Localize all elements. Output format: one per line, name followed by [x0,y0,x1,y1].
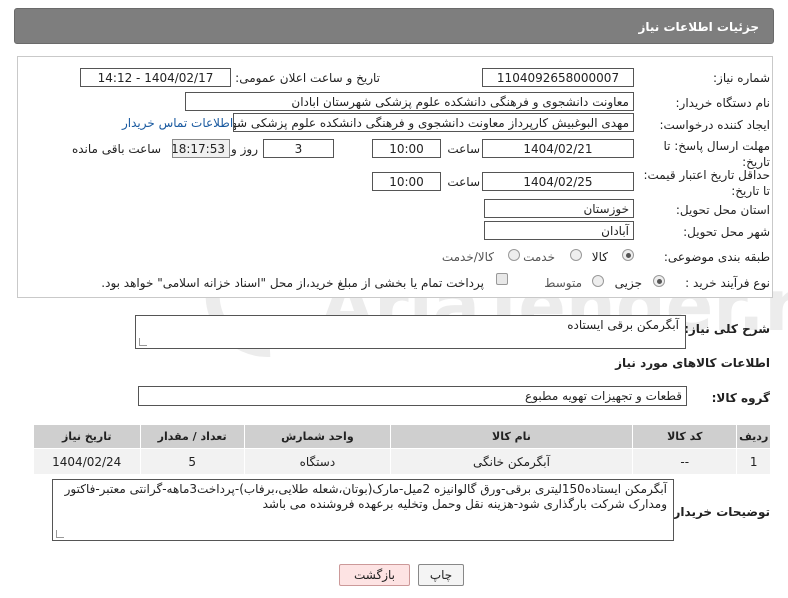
need-number-field[interactable]: 1104092658000007 [482,68,634,87]
price-validity-line2: تا تاریخ: [731,184,770,198]
category-option-service: خدمت [523,250,555,264]
summary-textarea[interactable]: آبگرمکن برقی ایستاده [135,315,686,349]
col-item-name: نام کالا [389,424,634,449]
category-radio-goods[interactable] [622,249,634,261]
process-option-minor: جزیی [614,276,642,290]
deadline-date-field[interactable]: 1404/02/21 [482,139,634,158]
treasury-checkbox[interactable] [496,273,508,285]
days-field[interactable]: 3 [263,139,334,158]
cell-item-code: -- [632,448,738,475]
table-row[interactable]: 1 -- آبگرمکن خانگی دستگاه 5 1404/02/24 [33,448,771,475]
cell-unit: دستگاه [243,448,391,475]
price-validity-line1: حداقل تاریخ اعتبار قیمت: [643,168,770,182]
cell-need-date: 1404/02/24 [33,448,141,475]
goods-table-header: ردیف کد کالا نام کالا واحد شمارش تعداد /… [33,424,771,449]
category-option-goods: کالا [591,250,608,264]
days-label: روز و [231,142,258,156]
category-label: طبقه بندی موضوعی: [663,250,770,264]
col-row-number: ردیف [736,424,771,449]
category-radio-goods-service[interactable] [508,249,520,261]
need-number-label: شماره نیاز: [713,71,770,85]
creator-label: ایجاد کننده درخواست: [659,118,770,132]
goods-group-label: گروه کالا: [711,391,770,405]
deadline-label: مهلت ارسال پاسخ: تا تاریخ: [663,138,770,170]
announce-label: تاریخ و ساعت اعلان عمومی: [235,71,380,85]
goods-table: ردیف کد کالا نام کالا واحد شمارش تعداد /… [33,424,771,475]
resize-handle-icon[interactable] [56,530,64,538]
col-need-date: تاریخ نیاز [33,424,141,449]
cell-row-number: 1 [736,448,771,475]
deadline-time-field[interactable]: 10:00 [372,139,441,158]
contact-buyer-link[interactable]: اطلاعات تماس خریدار [122,116,233,130]
category-option-goods-service: کالا/خدمت [441,250,494,264]
buyer-notes-text: آبگرمکن ایستاده150لیتری برقی-ورق گالوانی… [64,482,667,511]
price-time-label: ساعت [447,175,480,189]
price-date-field[interactable]: 1404/02/25 [482,172,634,191]
col-unit: واحد شمارش [243,424,391,449]
summary-label: شرح کلی نیاز: [684,322,770,336]
buyer-org-label: نام دستگاه خریدار: [675,96,771,110]
process-option-medium: متوسط [544,276,582,290]
province-label: استان محل تحویل: [675,203,770,217]
deadline-time-label: ساعت [447,142,480,156]
creator-field[interactable]: مهدی البوغبیش کارپرداز معاونت دانشجوی و … [233,113,634,132]
cell-quantity: 5 [139,448,245,475]
buyer-notes-textarea[interactable]: آبگرمکن ایستاده150لیتری برقی-ورق گالوانی… [52,479,674,541]
city-field[interactable]: آبادان [484,221,634,240]
buyer-notes-label: توضیحات خریدار: [668,505,770,519]
goods-section-title: اطلاعات کالاهای مورد نیاز [615,356,770,370]
resize-handle-icon[interactable] [139,338,147,346]
print-button[interactable]: چاپ [418,564,464,586]
cell-item-name: آبگرمکن خانگی [389,448,634,475]
deadline-label-line1: مهلت ارسال پاسخ: تا [663,139,770,153]
col-item-code: کد کالا [632,424,738,449]
city-label: شهر محل تحویل: [683,225,770,239]
announce-field[interactable]: 1404/02/17 - 14:12 [80,68,231,87]
process-radio-minor[interactable] [653,275,665,287]
payment-note: پرداخت تمام یا بخشی از مبلغ خرید،از محل … [101,276,484,290]
goods-group-field[interactable]: قطعات و تجهیزات تهویه مطبوع [138,386,687,406]
remaining-label: ساعت باقی مانده [71,142,161,156]
back-button[interactable]: بازگشت [339,564,410,586]
col-quantity: تعداد / مقدار [139,424,245,449]
page-header: جزئیات اطلاعات نیاز [14,8,774,44]
price-validity-label: حداقل تاریخ اعتبار قیمت: تا تاریخ: [643,167,770,199]
page-title: جزئیات اطلاعات نیاز [638,20,759,34]
process-radio-medium[interactable] [592,275,604,287]
price-time-field[interactable]: 10:00 [372,172,441,191]
remaining-time-field: 18:17:53 [172,139,230,158]
process-label: نوع فرآیند خرید : [685,276,770,290]
summary-text: آبگرمکن برقی ایستاده [567,318,679,332]
category-radio-service[interactable] [570,249,582,261]
province-field[interactable]: خوزستان [484,199,634,218]
buyer-org-field[interactable]: معاونت دانشجوی و فرهنگی دانشکده علوم پزش… [185,92,634,111]
